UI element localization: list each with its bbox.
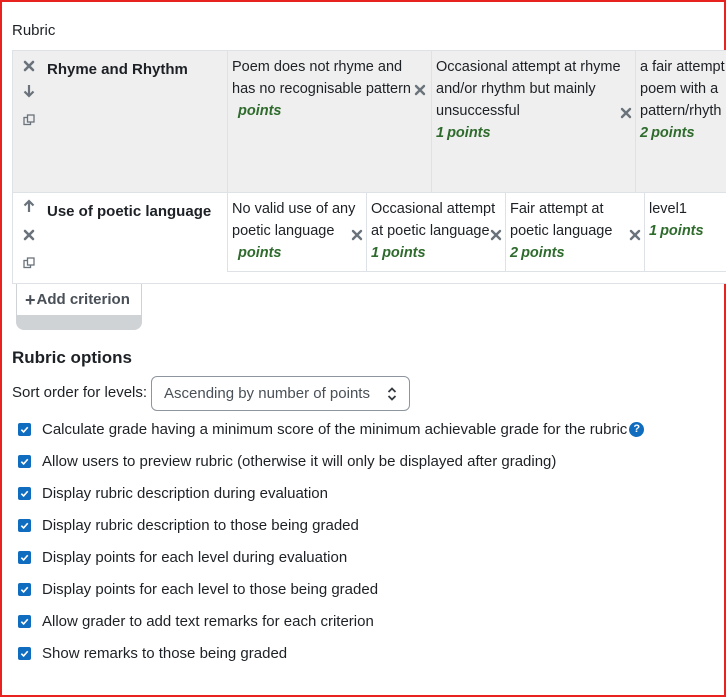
level-definition: Occasional attempt at rhyme and/or rhythm… [436, 59, 621, 119]
checkbox[interactable] [18, 582, 31, 596]
checkbox[interactable] [18, 422, 31, 436]
check-icon [20, 650, 29, 657]
checkbox[interactable] [18, 614, 31, 628]
checkbox[interactable] [18, 486, 31, 500]
delete-level-icon[interactable] [629, 229, 641, 241]
rubric-editor-table: Rhyme and Rhythm Poem does not rhyme and… [12, 50, 726, 284]
checkbox[interactable] [18, 550, 31, 564]
move-up-icon[interactable] [22, 199, 36, 213]
checkbox[interactable] [18, 646, 31, 660]
move-down-icon[interactable] [22, 84, 36, 98]
delete-level-icon[interactable] [414, 84, 426, 96]
check-icon [20, 618, 29, 625]
checkbox[interactable] [18, 454, 31, 468]
option-checkbox-row[interactable]: Display points for each level to those b… [18, 579, 378, 599]
delete-level-icon[interactable] [620, 107, 632, 119]
level-definition: Occasional attempt at poetic language [371, 201, 496, 239]
option-checkbox-row[interactable]: Display rubric description to those bein… [18, 515, 359, 535]
option-label: Display rubric description to those bein… [42, 516, 359, 534]
add-criterion-button[interactable]: + Add criterion [16, 284, 142, 330]
level-points: points [238, 103, 282, 119]
option-checkbox-row[interactable]: Show remarks to those being graded [18, 643, 287, 663]
level-definition: level1 [649, 201, 687, 217]
delete-level-icon[interactable] [351, 229, 363, 241]
option-label: Show remarks to those being graded [42, 644, 288, 662]
rubric-section-label: Rubric [12, 22, 56, 39]
level-points: points [238, 245, 282, 261]
option-label: Allow grader to add text remarks for eac… [42, 612, 374, 630]
level-cell[interactable]: No valid use of any poetic language point… [227, 193, 366, 272]
option-label: Display points for each level during eva… [42, 548, 348, 566]
criterion-row: Use of poetic language No valid use of a… [13, 193, 726, 283]
option-checkbox-row[interactable]: Allow grader to add text remarks for eac… [18, 611, 374, 631]
level-points: 2 points [510, 245, 565, 261]
option-label: Allow users to preview rubric (otherwise… [42, 452, 557, 470]
level-cell[interactable]: Occasional attempt at poetic language 1 po… [366, 193, 505, 272]
level-cell[interactable]: Fair attempt at poetic language 2 points [505, 193, 644, 272]
plus-icon: + [25, 289, 36, 310]
level-definition: Fair attempt at poetic language [510, 201, 613, 239]
delete-level-icon[interactable] [490, 229, 502, 241]
duplicate-icon[interactable] [22, 256, 36, 270]
add-criterion-label: Add criterion [36, 291, 130, 308]
criterion-description[interactable]: Rhyme and Rhythm [47, 61, 188, 78]
rubric-options-heading: Rubric options [12, 348, 132, 367]
level-points: 1 points [436, 125, 491, 141]
delete-criterion-icon[interactable] [22, 59, 36, 73]
option-checkbox-row[interactable]: Allow users to preview rubric (otherwise… [18, 451, 556, 471]
help-icon[interactable]: ? [629, 421, 645, 437]
check-icon [20, 554, 29, 561]
delete-criterion-icon[interactable] [22, 228, 36, 242]
window-border-left [0, 0, 2, 697]
level-cell[interactable]: Poem does not rhyme and has no recognisab… [227, 51, 431, 193]
check-icon [20, 426, 29, 433]
criterion-description[interactable]: Use of poetic language [47, 203, 211, 220]
level-points: 2 points [640, 125, 695, 141]
level-definition: No valid use of any poetic language [232, 201, 356, 239]
sort-order-label: Sort order for levels: [12, 384, 148, 401]
option-label: Display rubric description during evalua… [42, 484, 328, 502]
level-definition: a fair attempt poem with a pattern/rhyth [640, 59, 725, 119]
check-icon [20, 522, 29, 529]
level-points: 1 points [649, 223, 704, 239]
check-icon [20, 490, 29, 497]
duplicate-icon[interactable] [22, 113, 36, 127]
level-cell[interactable]: level1 1 points [644, 193, 726, 272]
level-cell[interactable]: a fair attempt poem with a pattern/rhyth 2… [635, 51, 726, 193]
sort-order-select[interactable]: Ascending by number of points [151, 376, 410, 411]
check-icon [20, 458, 29, 465]
window-border-gap [466, 2, 726, 5]
option-label: Display points for each level to those b… [42, 580, 379, 598]
check-icon [20, 586, 29, 593]
level-definition: Poem does not rhyme and has no recognisab… [232, 59, 411, 97]
option-label: Calculate grade having a minimum score o… [42, 420, 628, 438]
level-cell[interactable]: Occasional attempt at rhyme and/or rhythm… [431, 51, 635, 193]
option-checkbox-row[interactable]: Display rubric description during evalua… [18, 483, 328, 503]
sort-arrows-icon [387, 387, 397, 401]
option-checkbox-row[interactable]: Calculate grade having a minimum score o… [18, 419, 645, 439]
criterion-row: Rhyme and Rhythm Poem does not rhyme and… [13, 51, 726, 193]
level-points: 1 points [371, 245, 426, 261]
checkbox[interactable] [18, 518, 31, 532]
option-checkbox-row[interactable]: Display points for each level during eva… [18, 547, 347, 567]
sort-order-value: Ascending by number of points [164, 385, 370, 402]
